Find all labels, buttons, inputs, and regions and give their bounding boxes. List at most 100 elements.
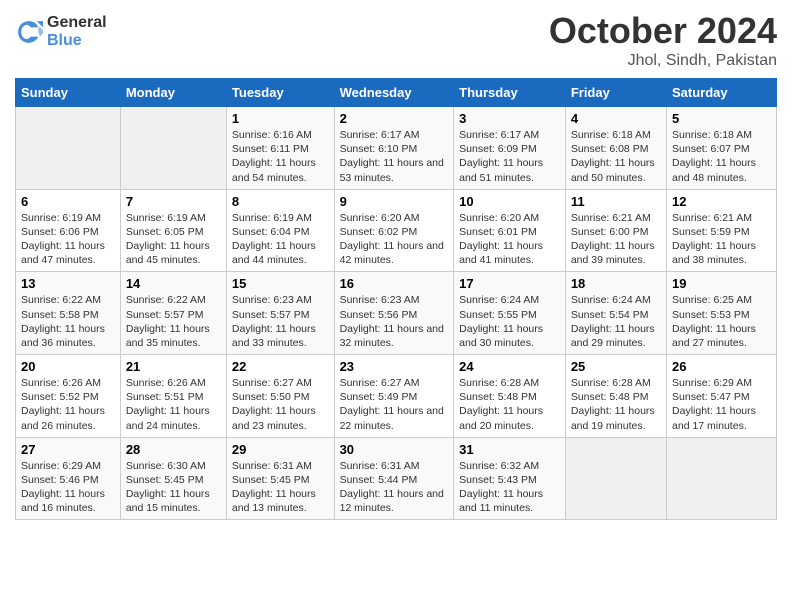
day-number: 12 [672,194,771,209]
header: General Blue October 2024 Jhol, Sindh, P… [15,10,777,70]
day-cell: 17 Sunrise: 6:24 AMSunset: 5:55 PMDayligh… [454,272,566,355]
day-cell: 30Sunrise: 6:31 AMSunset: 5:44 PMDayligh… [334,437,454,520]
day-cell: 28Sunrise: 6:30 AMSunset: 5:45 PMDayligh… [120,437,226,520]
day-cell: 26 Sunrise: 6:29 AMSunset: 5:47 PMDayligh… [667,355,777,438]
day-number: 17 [459,276,560,291]
week-row-4: 27 Sunrise: 6:29 AMSunset: 5:46 PMDayligh… [16,437,777,520]
day-cell: 22Sunrise: 6:27 AMSunset: 5:50 PMDayligh… [226,355,334,438]
day-number: 3 [459,111,560,126]
day-info: Sunrise: 6:17 AMSunset: 6:10 PMDaylight:… [340,128,449,185]
day-cell: 18Sunrise: 6:24 AMSunset: 5:54 PMDayligh… [565,272,666,355]
calendar-body: 1 Sunrise: 6:16 AMSunset: 6:11 PMDaylight… [16,107,777,520]
day-info: Sunrise: 6:20 AMSunset: 6:01 PMDaylight:… [459,211,560,268]
day-info: Sunrise: 6:31 AMSunset: 5:45 PMDaylight:… [232,459,329,516]
day-number: 11 [571,194,661,209]
logo: General Blue [15,14,107,49]
day-cell: 23Sunrise: 6:27 AMSunset: 5:49 PMDayligh… [334,355,454,438]
day-number: 23 [340,359,449,374]
day-cell: 16Sunrise: 6:23 AMSunset: 5:56 PMDayligh… [334,272,454,355]
day-number: 14 [126,276,221,291]
logo-text: General Blue [47,14,107,49]
page: General Blue October 2024 Jhol, Sindh, P… [0,0,792,612]
day-info: Sunrise: 6:16 AMSunset: 6:11 PMDaylight:… [232,128,329,185]
day-number: 21 [126,359,221,374]
day-info: Sunrise: 6:23 AMSunset: 5:56 PMDaylight:… [340,293,449,350]
day-number: 4 [571,111,661,126]
week-row-0: 1 Sunrise: 6:16 AMSunset: 6:11 PMDaylight… [16,107,777,190]
day-cell: 13 Sunrise: 6:22 AMSunset: 5:58 PMDayligh… [16,272,121,355]
day-info: Sunrise: 6:17 AMSunset: 6:09 PMDaylight:… [459,128,560,185]
day-info: Sunrise: 6:19 AMSunset: 6:04 PMDaylight:… [232,211,329,268]
main-title: October 2024 [549,10,777,52]
day-cell: 21 Sunrise: 6:26 AMSunset: 5:51 PMDayligh… [120,355,226,438]
day-info: Sunrise: 6:23 AMSunset: 5:57 PMDaylight:… [232,293,329,350]
day-cell [16,107,121,190]
day-number: 20 [21,359,115,374]
day-cell [565,437,666,520]
subtitle: Jhol, Sindh, Pakistan [549,52,777,70]
calendar-table: SundayMondayTuesdayWednesdayThursdayFrid… [15,78,777,520]
week-row-2: 13 Sunrise: 6:22 AMSunset: 5:58 PMDayligh… [16,272,777,355]
day-number: 7 [126,194,221,209]
day-number: 9 [340,194,449,209]
day-number: 19 [672,276,771,291]
header-day-wednesday: Wednesday [334,79,454,107]
day-cell: 6 Sunrise: 6:19 AMSunset: 6:06 PMDaylight… [16,189,121,272]
day-cell: 20 Sunrise: 6:26 AMSunset: 5:52 PMDayligh… [16,355,121,438]
day-cell: 8Sunrise: 6:19 AMSunset: 6:04 PMDaylight… [226,189,334,272]
header-day-monday: Monday [120,79,226,107]
day-cell: 25 Sunrise: 6:28 AMSunset: 5:48 PMDayligh… [565,355,666,438]
day-info: Sunrise: 6:28 AMSunset: 5:48 PMDaylight:… [459,376,560,433]
day-cell: 9 Sunrise: 6:20 AMSunset: 6:02 PMDaylight… [334,189,454,272]
day-cell: 19 Sunrise: 6:25 AMSunset: 5:53 PMDayligh… [667,272,777,355]
day-cell: 1 Sunrise: 6:16 AMSunset: 6:11 PMDaylight… [226,107,334,190]
header-day-friday: Friday [565,79,666,107]
calendar-header: SundayMondayTuesdayWednesdayThursdayFrid… [16,79,777,107]
day-info: Sunrise: 6:19 AMSunset: 6:05 PMDaylight:… [126,211,221,268]
day-info: Sunrise: 6:26 AMSunset: 5:52 PMDaylight:… [21,376,115,433]
day-number: 13 [21,276,115,291]
day-info: Sunrise: 6:24 AMSunset: 5:55 PMDaylight:… [459,293,560,350]
day-cell: 7 Sunrise: 6:19 AMSunset: 6:05 PMDaylight… [120,189,226,272]
day-info: Sunrise: 6:31 AMSunset: 5:44 PMDaylight:… [340,459,449,516]
day-number: 25 [571,359,661,374]
day-cell [667,437,777,520]
day-info: Sunrise: 6:30 AMSunset: 5:45 PMDaylight:… [126,459,221,516]
day-cell: 31Sunrise: 6:32 AMSunset: 5:43 PMDayligh… [454,437,566,520]
header-day-saturday: Saturday [667,79,777,107]
day-info: Sunrise: 6:22 AMSunset: 5:58 PMDaylight:… [21,293,115,350]
day-info: Sunrise: 6:22 AMSunset: 5:57 PMDaylight:… [126,293,221,350]
day-number: 24 [459,359,560,374]
day-number: 1 [232,111,329,126]
logo-icon [15,18,43,46]
day-number: 6 [21,194,115,209]
day-info: Sunrise: 6:24 AMSunset: 5:54 PMDaylight:… [571,293,661,350]
day-info: Sunrise: 6:19 AMSunset: 6:06 PMDaylight:… [21,211,115,268]
day-cell: 5Sunrise: 6:18 AMSunset: 6:07 PMDaylight… [667,107,777,190]
day-info: Sunrise: 6:29 AMSunset: 5:47 PMDaylight:… [672,376,771,433]
header-day-sunday: Sunday [16,79,121,107]
day-cell: 10 Sunrise: 6:20 AMSunset: 6:01 PMDayligh… [454,189,566,272]
day-cell: 14 Sunrise: 6:22 AMSunset: 5:57 PMDayligh… [120,272,226,355]
day-number: 10 [459,194,560,209]
day-info: Sunrise: 6:28 AMSunset: 5:48 PMDaylight:… [571,376,661,433]
week-row-1: 6 Sunrise: 6:19 AMSunset: 6:06 PMDaylight… [16,189,777,272]
day-info: Sunrise: 6:29 AMSunset: 5:46 PMDaylight:… [21,459,115,516]
day-info: Sunrise: 6:20 AMSunset: 6:02 PMDaylight:… [340,211,449,268]
day-cell: 24 Sunrise: 6:28 AMSunset: 5:48 PMDayligh… [454,355,566,438]
header-day-tuesday: Tuesday [226,79,334,107]
day-number: 29 [232,442,329,457]
day-info: Sunrise: 6:25 AMSunset: 5:53 PMDaylight:… [672,293,771,350]
day-info: Sunrise: 6:26 AMSunset: 5:51 PMDaylight:… [126,376,221,433]
title-block: October 2024 Jhol, Sindh, Pakistan [549,10,777,70]
day-info: Sunrise: 6:21 AMSunset: 6:00 PMDaylight:… [571,211,661,268]
header-day-thursday: Thursday [454,79,566,107]
day-info: Sunrise: 6:21 AMSunset: 5:59 PMDaylight:… [672,211,771,268]
day-info: Sunrise: 6:18 AMSunset: 6:07 PMDaylight:… [672,128,771,185]
day-cell [120,107,226,190]
day-cell: 2Sunrise: 6:17 AMSunset: 6:10 PMDaylight… [334,107,454,190]
week-row-3: 20 Sunrise: 6:26 AMSunset: 5:52 PMDayligh… [16,355,777,438]
day-number: 26 [672,359,771,374]
day-info: Sunrise: 6:32 AMSunset: 5:43 PMDaylight:… [459,459,560,516]
day-number: 27 [21,442,115,457]
